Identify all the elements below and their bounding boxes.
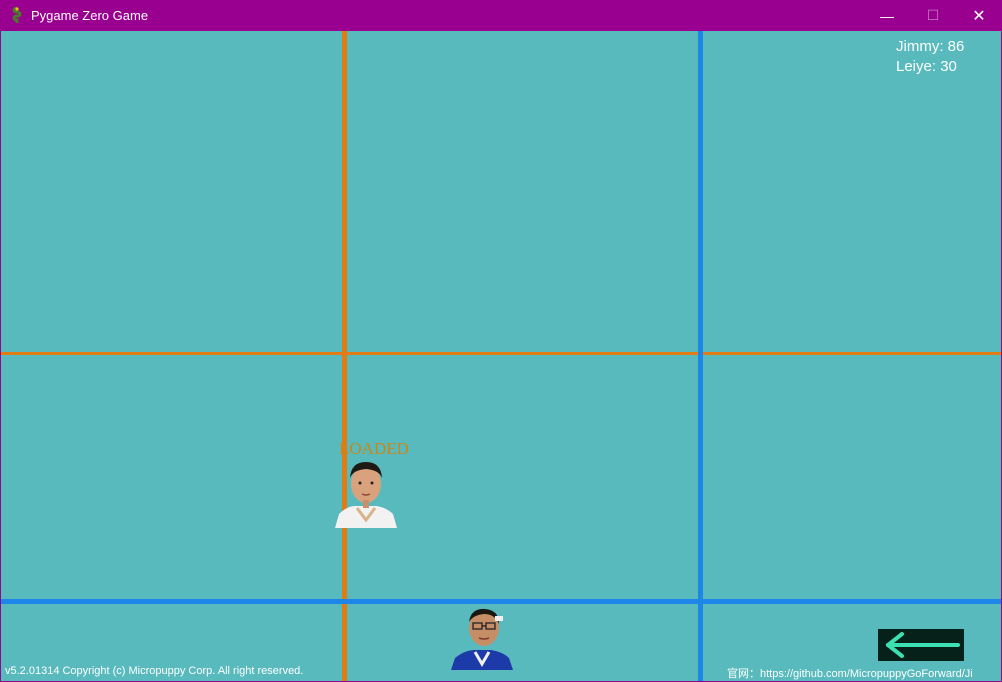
close-button[interactable]: ✕ (956, 0, 1002, 31)
player1-horizontal-line (1, 352, 1001, 355)
player2-avatar (451, 608, 513, 670)
window-title: Pygame Zero Game (31, 8, 149, 23)
copyright-text: v5.2.01314 Copyright (c) Micropuppy Corp… (5, 665, 304, 677)
score-jimmy: Jimmy: 86 (896, 38, 965, 55)
arrow-left-icon (886, 632, 960, 658)
game-canvas[interactable]: Jimmy: 86 Leiye: 30 LOADED v5.2.01314 Co… (1, 31, 1001, 681)
pygame-snake-icon (12, 7, 22, 23)
player1-avatar (335, 462, 397, 528)
player2-vertical-line (698, 31, 703, 681)
minimize-button[interactable]: — (864, 0, 910, 31)
player2-horizontal-line (1, 599, 1001, 604)
minimize-icon: — (880, 7, 894, 24)
website-link[interactable]: 官网：https://github.com/MicropuppyGoForwar… (727, 665, 973, 681)
close-icon: ✕ (972, 7, 986, 25)
maximize-button[interactable]: ☐ (910, 0, 956, 31)
player1-vertical-line (342, 31, 347, 681)
title-bar: Pygame Zero Game — ☐ ✕ (0, 0, 1002, 31)
maximize-icon: ☐ (926, 7, 940, 23)
back-button[interactable] (878, 629, 964, 661)
score-leiye: Leiye: 30 (896, 58, 957, 75)
